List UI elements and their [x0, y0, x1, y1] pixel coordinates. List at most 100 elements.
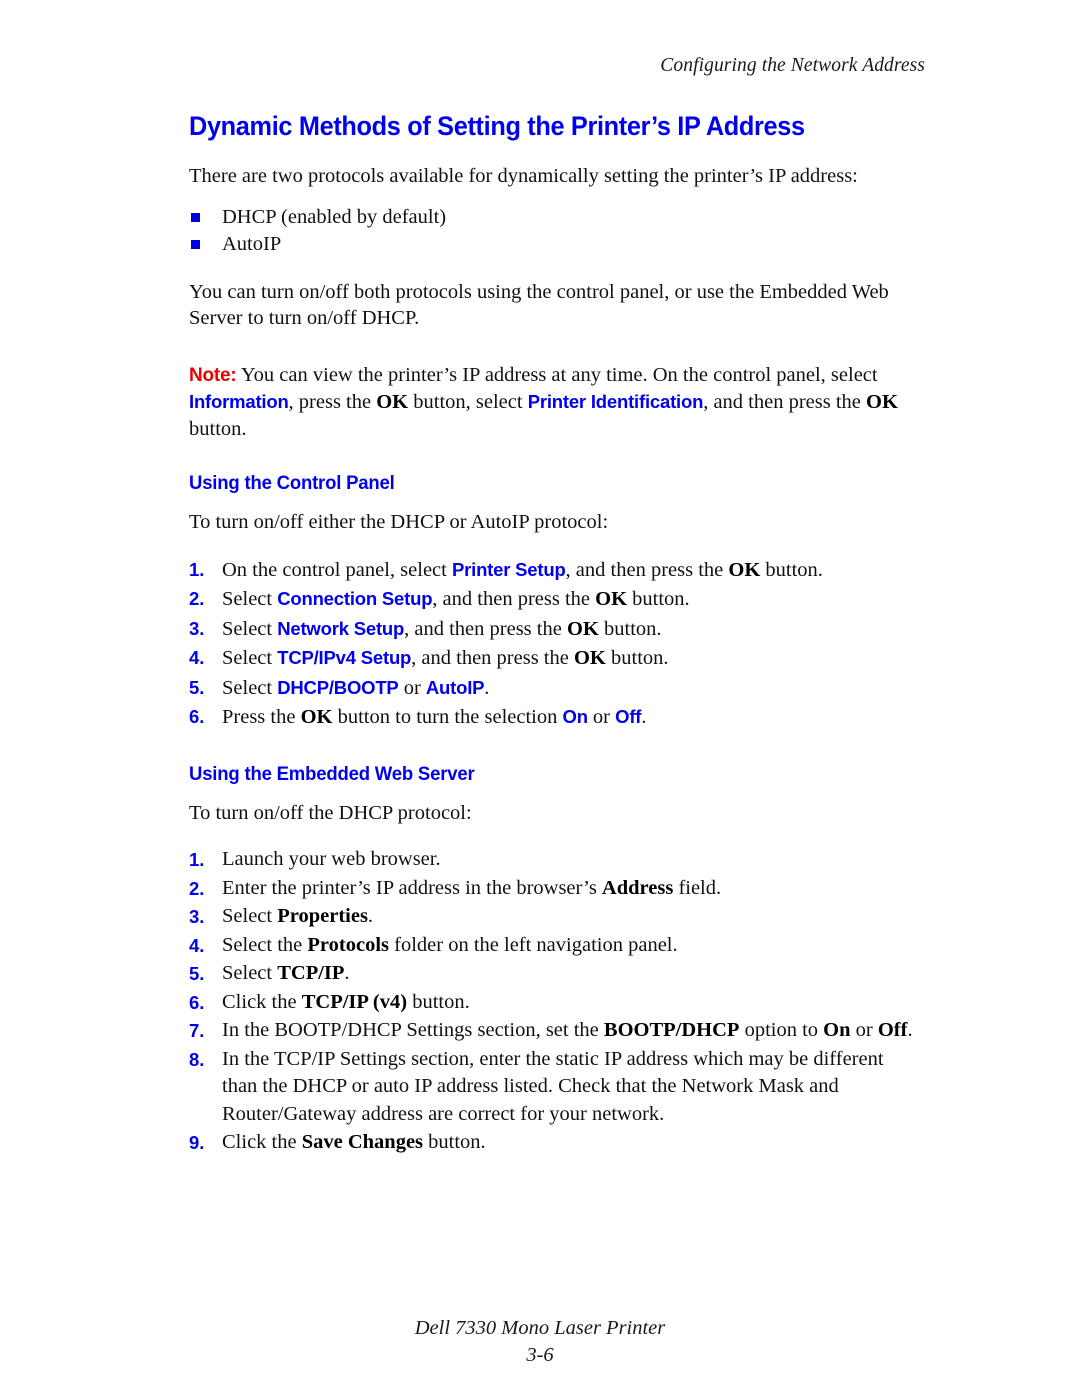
- step-text-3: or: [587, 706, 616, 729]
- ui-label-connection-setup: Connection Setup: [277, 588, 433, 610]
- button-label-ok: OK: [573, 647, 606, 670]
- button-label-ok: OK: [595, 588, 628, 611]
- button-label-ok-2: OK: [866, 391, 898, 414]
- intro-paragraph-2: You can turn on/off both protocols using…: [189, 280, 889, 330]
- step-number: 5.: [189, 676, 205, 698]
- page-footer: Dell 7330 Mono Laser Printer 3-6: [0, 1315, 1080, 1369]
- step-text-1: Select: [222, 617, 278, 640]
- step-text-1: Select: [222, 962, 278, 985]
- page-title: Dynamic Methods of Setting the Printer’s…: [189, 111, 805, 141]
- step-text-4: .: [907, 1019, 913, 1042]
- step-item: 4. Select TCP/IPv4 Setup, and then press …: [189, 644, 922, 673]
- note-text-5: button.: [189, 417, 247, 440]
- step-text-2: option to: [739, 1019, 824, 1042]
- button-label-tcpip-v4: TCP/IP (v4): [301, 990, 408, 1013]
- step-text-1: On the control panel, select: [222, 558, 452, 581]
- step-item: 8. In the TCP/IP Settings section, enter …: [189, 1046, 922, 1129]
- option-label-on: On: [823, 1019, 851, 1042]
- step-text-1: In the TCP/IP Settings section, enter th…: [222, 1047, 884, 1125]
- list-item: DHCP (enabled by default): [189, 204, 922, 232]
- step-text-1: Select the: [222, 933, 308, 956]
- step-number: 6.: [189, 991, 205, 1013]
- step-item: 6. Click the TCP/IP (v4) button.: [189, 989, 922, 1017]
- step-text-1: Press the: [222, 706, 301, 729]
- step-text-1: Click the: [222, 990, 302, 1013]
- control-panel-lead: To turn on/off either the DHCP or AutoIP…: [189, 511, 609, 534]
- step-item: 7. In the BOOTP/DHCP Settings section, se…: [189, 1017, 922, 1045]
- step-item: 1. On the control panel, select Printer S…: [189, 556, 922, 585]
- step-number: 3.: [189, 617, 205, 639]
- ui-label-printer-identification: Printer Identification: [527, 391, 704, 413]
- ui-label-protocols: Protocols: [307, 933, 389, 956]
- step-number: 9.: [189, 1132, 205, 1154]
- step-text-1: Launch your web browser.: [222, 848, 441, 871]
- section-heading-embedded-web-server: Using the Embedded Web Server: [189, 762, 475, 785]
- step-item: 2. Enter the printer’s IP address in the …: [189, 875, 922, 903]
- step-text-2: button.: [407, 990, 470, 1013]
- step-number: 4.: [189, 647, 205, 669]
- footer-page-number: 3-6: [526, 1344, 554, 1366]
- ui-label-network-setup: Network Setup: [277, 617, 405, 639]
- running-header: Configuring the Network Address: [660, 55, 925, 76]
- control-panel-steps: 1. On the control panel, select Printer S…: [189, 556, 922, 732]
- button-label-ok: OK: [728, 558, 761, 581]
- step-item: 3. Select Properties.: [189, 903, 922, 931]
- step-text-2: , and then press the: [432, 588, 596, 611]
- ui-label-off: Off: [615, 706, 642, 728]
- button-label-save-changes: Save Changes: [301, 1131, 424, 1154]
- square-bullet-icon: [191, 212, 200, 222]
- step-text-1: Select: [222, 588, 278, 611]
- button-label-ok: OK: [566, 617, 599, 640]
- ui-label-printer-setup: Printer Setup: [451, 558, 566, 580]
- ui-label-on: On: [562, 706, 588, 728]
- step-number: 3.: [189, 906, 205, 928]
- step-item: 3. Select Network Setup, and then press t…: [189, 615, 922, 644]
- step-text-3: or: [850, 1019, 878, 1042]
- ui-label-information: Information: [189, 391, 289, 413]
- step-text-1: Select: [222, 676, 278, 699]
- step-number: 1.: [189, 849, 205, 871]
- step-text-2: , and then press the: [565, 558, 729, 581]
- step-number: 2.: [189, 877, 205, 899]
- step-text-2: , and then press the: [411, 647, 574, 670]
- list-item-label: DHCP (enabled by default): [222, 205, 447, 228]
- step-number: 2.: [189, 588, 205, 610]
- step-text-4: .: [641, 706, 647, 729]
- ui-label-dhcp-bootp: DHCP/BOOTP: [277, 676, 399, 698]
- step-number: 4.: [189, 934, 205, 956]
- note-label: Note:: [189, 364, 237, 386]
- note-text-3: button, select: [408, 391, 528, 414]
- step-item: 6. Press the OK button to turn the select…: [189, 703, 922, 732]
- step-text-2: , and then press the: [404, 617, 567, 640]
- step-item: 4. Select the Protocols folder on the lef…: [189, 932, 922, 960]
- button-label-ok: OK: [300, 706, 333, 729]
- document-page: Configuring the Network Address Dynamic …: [0, 0, 1080, 1397]
- step-text-3: .: [484, 676, 490, 699]
- step-text-1: Select: [222, 905, 278, 928]
- step-number: 1.: [189, 558, 205, 580]
- note-text-1: You can view the printer’s IP address at…: [236, 363, 878, 386]
- step-text-2: or: [398, 676, 426, 699]
- step-text-2: field.: [673, 876, 722, 899]
- step-text-2: .: [344, 962, 350, 985]
- step-text-3: button.: [605, 647, 669, 670]
- list-item: AutoIP: [189, 231, 922, 259]
- step-text-2: button.: [423, 1131, 486, 1154]
- step-text-2: .: [367, 905, 374, 928]
- field-label-address: Address: [601, 876, 674, 899]
- footer-product-name: Dell 7330 Mono Laser Printer: [414, 1317, 666, 1339]
- step-text-3: button.: [760, 558, 823, 581]
- button-label-ok: OK: [376, 391, 409, 414]
- step-text-2: folder on the left navigation panel.: [389, 933, 678, 956]
- step-text-1: Enter the printer’s IP address in the br…: [222, 876, 602, 899]
- ui-label-autoip: AutoIP: [425, 676, 485, 698]
- step-number: 5.: [189, 963, 205, 985]
